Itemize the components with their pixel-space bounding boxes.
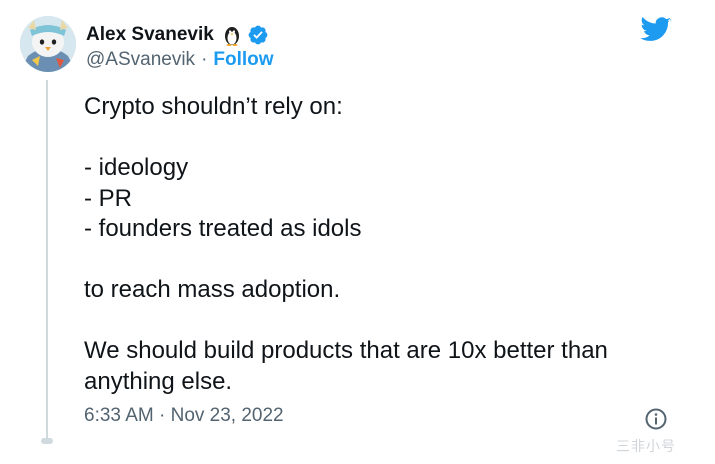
author-avatar[interactable] — [20, 16, 76, 72]
thread-line — [46, 80, 48, 438]
tweet-line: ​ — [84, 123, 684, 154]
tweet-timestamp[interactable]: 6:33 AM · Nov 23, 2022 — [84, 405, 284, 427]
author-handle[interactable]: @ASvanevik — [86, 49, 195, 71]
tweet-line: Crypto shouldn’t rely on: — [84, 93, 343, 120]
tweet-line: We should build products that are 10x be… — [84, 337, 608, 364]
tweet-line: - ideology — [84, 154, 189, 181]
tweet-line: anything else. — [84, 367, 233, 395]
verified-badge-icon — [247, 24, 269, 46]
twitter-bird-icon[interactable] — [640, 17, 672, 43]
tweet-line: - PR — [84, 184, 132, 212]
separator-dot: · — [201, 49, 208, 70]
follow-button[interactable]: Follow — [213, 49, 273, 71]
penguin-avatar-image — [20, 16, 76, 72]
tweet-text: Crypto shouldn’t rely on: ​ - ideology -… — [84, 92, 684, 397]
tweet-line: to reach mass adoption. — [84, 276, 341, 303]
author-handle-row: @ASvanevik · Follow — [86, 49, 274, 71]
penguin-icon — [221, 24, 243, 46]
tweet-line: ​ — [84, 306, 684, 337]
author-display-name[interactable]: Alex Svanevik — [86, 24, 214, 46]
tweet-line: ​ — [84, 245, 684, 276]
info-icon[interactable] — [644, 407, 668, 431]
watermark: 三非小号 — [616, 439, 676, 455]
tweet-line: - founders treated as idols — [84, 215, 362, 242]
thread-line-end — [41, 438, 53, 444]
author-name-row: Alex Svanevik — [86, 22, 269, 48]
